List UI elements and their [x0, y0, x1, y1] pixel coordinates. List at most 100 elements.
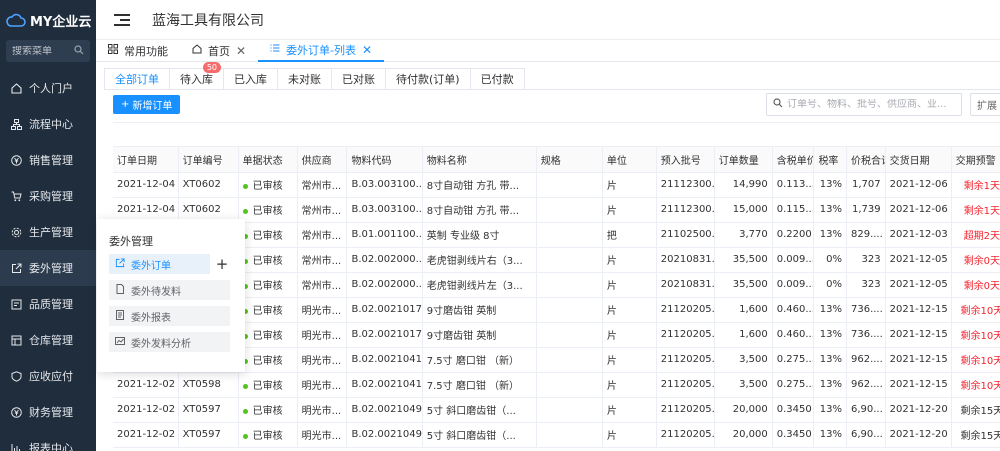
sidebar-item-label: 个人门户	[29, 82, 73, 95]
table-cell: B.02.002000...	[346, 247, 423, 273]
sidebar-item-receivable[interactable]: 应收应付	[0, 358, 96, 394]
cell-text: 0.2200	[776, 229, 812, 240]
add-shortcut-icon[interactable]: +	[213, 255, 231, 273]
column-header[interactable]: 规格	[536, 146, 603, 173]
close-icon[interactable]: ✕	[362, 43, 372, 57]
sidebar-item-outsourcing[interactable]: 委外管理	[0, 250, 96, 286]
table-cell: 13%	[813, 397, 847, 423]
table-row[interactable]: 2021-12-04 XT0602 已审核 常州市... B.03.003100... 8…	[113, 197, 1000, 223]
table-cell: 片	[602, 172, 657, 198]
new-order-button[interactable]: + 新增订单	[113, 95, 181, 114]
table-cell: 2021-12-03	[885, 222, 952, 248]
sidebar-item-warehouse[interactable]: 仓库管理	[0, 322, 96, 358]
logo[interactable]: MY企业云	[0, 0, 96, 40]
cell-text: 0.460...	[776, 329, 814, 340]
sidebar-item-reports[interactable]: 报表中心	[0, 430, 96, 451]
table-cell: 0.460...	[772, 322, 815, 348]
subtab-reconciled[interactable]: 已对账	[332, 68, 386, 90]
sidebar-item-sales[interactable]: 销售管理	[0, 142, 96, 178]
submenu-item-report[interactable]: 委外报表	[109, 306, 230, 326]
table-header: 订单日期 订单编号 单据状态 供应商 物料代码 物料名称 规格 单位 预入批号 订单数量 含税单价税…	[113, 146, 1000, 173]
table-row[interactable]: 2021-12-02 XT0598 已审核 明光市... B.02.0021041R 7.…	[113, 372, 1000, 398]
column-header-label: 单位	[606, 155, 627, 167]
table-cell: 962....	[846, 372, 886, 398]
column-header[interactable]: 单据状态	[238, 146, 298, 173]
cell-text: 962....	[850, 379, 883, 390]
table-cell: 21120205...	[656, 297, 715, 323]
sidebar-item-purchase[interactable]: 采购管理	[0, 178, 96, 214]
subtab-pending-payment[interactable]: 待付款(订单)	[386, 68, 471, 90]
column-header-label: 物料代码	[351, 155, 392, 167]
menu-toggle-icon[interactable]	[114, 13, 130, 26]
table-cell: 6,90...	[846, 397, 886, 423]
table-row[interactable]: 2021-12-04XT0602已审核常州市...B.02.002000...老…	[113, 272, 1000, 298]
table-cell: 13%	[813, 222, 847, 248]
column-header[interactable]: 含税单价	[772, 146, 815, 173]
search-icon[interactable]	[74, 44, 84, 58]
subtab-inbound[interactable]: 已入库	[224, 68, 278, 90]
close-icon[interactable]: ✕	[236, 44, 246, 58]
subtab-pending-inbound[interactable]: 待入库 50	[170, 62, 224, 90]
column-header[interactable]: 订单编号	[178, 146, 239, 173]
table-cell: 片	[602, 247, 657, 273]
column-header[interactable]: 价税合计	[846, 146, 886, 173]
table-row[interactable]: 2021-12-04 XT0602 已审核 常州市... B.03.003100... 8…	[113, 172, 1000, 198]
subtab-unreconciled[interactable]: 未对账	[278, 68, 332, 90]
column-header[interactable]: 订单日期	[113, 146, 179, 173]
cell-text: B.02.0021049R	[351, 429, 423, 440]
table-cell: 7.5寸 磨口钳 （新）	[422, 347, 537, 373]
expand-button[interactable]: 扩展	[970, 93, 1000, 116]
column-header[interactable]: 供应商	[297, 146, 348, 173]
table-row[interactable]: 2021-12-02XT0598已审核明光市...B.02.0021041L7.…	[113, 347, 1000, 373]
cell-text: 片	[606, 256, 617, 267]
order-search-input[interactable]	[787, 99, 957, 110]
table-cell: 1,600	[714, 322, 773, 348]
sidebar-item-quality[interactable]: 品质管理	[0, 286, 96, 322]
subtab-all[interactable]: 全部订单	[104, 68, 170, 90]
sidebar-item-label: 采购管理	[29, 190, 73, 203]
cell-text: 片	[606, 431, 617, 442]
subtab-paid[interactable]: 已付款	[470, 68, 525, 90]
table-row[interactable]: 2021-12-04XT0602已审核常州市...B.02.002000...老…	[113, 247, 1000, 273]
table-row[interactable]: 2021-12-02XT0598已审核明光市...B.02.0021017R9寸…	[113, 322, 1000, 348]
cell-text: 2021-12-02	[117, 429, 176, 440]
column-header[interactable]: 交期预警	[951, 146, 1000, 173]
sidebar-item-flow[interactable]: 流程中心	[0, 106, 96, 142]
submenu-item-outsourcing-order[interactable]: 委外订单	[109, 254, 210, 274]
sidebar-item-production[interactable]: 生产管理	[0, 214, 96, 250]
column-header[interactable]: 交货日期	[885, 146, 952, 173]
cell-text: 2021-12-05	[889, 279, 948, 290]
table-row[interactable]: 2021-12-02 XT0597 已审核 明光市... B.02.0021049R 5寸…	[113, 422, 1000, 448]
table-row[interactable]: 2021-12-02 XT0597 已审核 明光市... B.02.0021049L 5寸…	[113, 397, 1000, 423]
submenu-item-analysis[interactable]: 委外发料分析	[109, 332, 230, 352]
column-header[interactable]: 订单数量	[714, 146, 773, 173]
table-cell: XT0597	[178, 397, 239, 423]
table-row[interactable]: 2021-12-02XT0598已审核明光市...B.02.0021017L9寸…	[113, 297, 1000, 323]
column-header[interactable]: 单位	[602, 146, 657, 173]
column-header[interactable]: 税率	[813, 146, 847, 173]
cell-text: 21112300...	[660, 179, 713, 190]
cell-text: 13%	[819, 229, 842, 240]
menu-search-input[interactable]	[12, 45, 72, 57]
table-row[interactable]: 2021-12-04XT0602已审核常州市...B.01.001100...英…	[113, 222, 1000, 248]
cell-text: 35,500	[732, 254, 768, 265]
tab-outsourcing-orders[interactable]: 委外订单-列表 ✕	[258, 39, 385, 62]
column-header[interactable]: 物料名称	[422, 146, 537, 173]
submenu-item-pending-issue[interactable]: 委外待发料	[109, 280, 230, 300]
sidebar-item-portal[interactable]: 个人门户	[0, 70, 96, 106]
cell-text: 2021-12-02	[117, 379, 176, 390]
table-cell: 已审核	[238, 197, 298, 223]
tab-home[interactable]: 首页 ✕	[180, 40, 258, 62]
column-header[interactable]: 物料代码	[346, 146, 423, 173]
cell-text: 15,000	[732, 204, 768, 215]
column-header[interactable]: 预入批号	[656, 146, 715, 173]
column-header-label: 税率	[818, 155, 839, 167]
sidebar-item-finance[interactable]: 财务管理	[0, 394, 96, 430]
table-cell: 2021-12-15	[885, 347, 952, 373]
cell-text: 片	[606, 406, 617, 417]
tab-common-functions[interactable]: 常用功能	[96, 40, 180, 62]
cell-text: B.02.0021049L	[351, 404, 423, 415]
table-cell	[536, 322, 603, 348]
table-cell: 片	[602, 372, 657, 398]
cell-text: 剩余1天	[963, 206, 1000, 217]
